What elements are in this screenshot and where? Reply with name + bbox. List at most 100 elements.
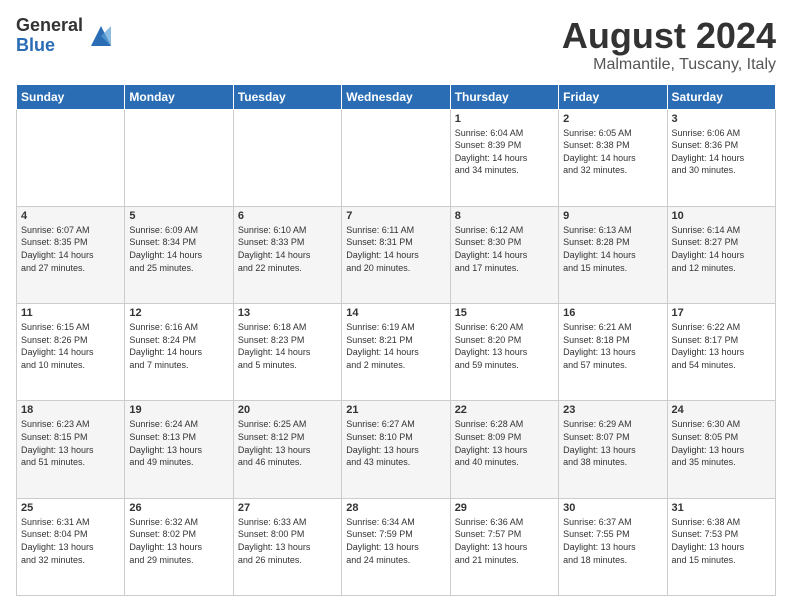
table-cell: 27 Sunrise: 6:33 AM Sunset: 8:00 PM Dayli… — [233, 498, 341, 595]
day-number: 4 — [21, 210, 120, 222]
table-cell: 10Sunrise: 6:14 AM Sunset: 8:27 PM Dayli… — [667, 206, 775, 303]
week-row-4: 25 Sunrise: 6:31 AM Sunset: 8:04 PM Dayli… — [17, 498, 776, 595]
table-cell: 31Sunrise: 6:38 AM Sunset: 7:53 PM Dayli… — [667, 498, 775, 595]
day-info: Sunrise: 6:33 AM Sunset: 8:00 PM Dayligh… — [238, 516, 337, 566]
day-info: Sunrise: 6:38 AM Sunset: 7:53 PM Dayligh… — [672, 516, 771, 566]
day-info: Sunrise: 6:09 AM Sunset: 8:34 PM Dayligh… — [129, 224, 228, 274]
day-info: Sunrise: 6:10 AM Sunset: 8:33 PM Dayligh… — [238, 224, 337, 274]
day-info: Sunrise: 6:06 AM Sunset: 8:36 PM Dayligh… — [672, 127, 771, 177]
day-info: Sunrise: 6:29 AM Sunset: 8:07 PM Dayligh… — [563, 418, 662, 468]
table-cell — [17, 109, 125, 206]
day-info: Sunrise: 6:13 AM Sunset: 8:28 PM Dayligh… — [563, 224, 662, 274]
day-number: 18 — [21, 404, 120, 416]
day-number: 8 — [455, 210, 554, 222]
week-row-2: 11 Sunrise: 6:15 AM Sunset: 8:26 PM Dayli… — [17, 304, 776, 401]
header-monday: Monday — [125, 84, 233, 109]
day-number: 14 — [346, 307, 445, 319]
table-cell: 26Sunrise: 6:32 AM Sunset: 8:02 PM Dayli… — [125, 498, 233, 595]
table-cell: 28 Sunrise: 6:34 AM Sunset: 7:59 PM Dayli… — [342, 498, 450, 595]
table-cell: 1 Sunrise: 6:04 AM Sunset: 8:39 PM Daylig… — [450, 109, 558, 206]
day-number: 2 — [563, 113, 662, 125]
table-cell: 23 Sunrise: 6:29 AM Sunset: 8:07 PM Dayli… — [559, 401, 667, 498]
header: General Blue August 2024 Malmantile, Tus… — [16, 16, 776, 74]
table-cell: 22Sunrise: 6:28 AM Sunset: 8:09 PM Dayli… — [450, 401, 558, 498]
day-number: 17 — [672, 307, 771, 319]
table-cell: 12Sunrise: 6:16 AM Sunset: 8:24 PM Dayli… — [125, 304, 233, 401]
calendar-header-row: Sunday Monday Tuesday Wednesday Thursday… — [17, 84, 776, 109]
day-info: Sunrise: 6:25 AM Sunset: 8:12 PM Dayligh… — [238, 418, 337, 468]
day-number: 20 — [238, 404, 337, 416]
logo-text: General Blue — [16, 16, 83, 56]
day-info: Sunrise: 6:19 AM Sunset: 8:21 PM Dayligh… — [346, 321, 445, 371]
day-info: Sunrise: 6:22 AM Sunset: 8:17 PM Dayligh… — [672, 321, 771, 371]
table-cell: 4 Sunrise: 6:07 AM Sunset: 8:35 PM Daylig… — [17, 206, 125, 303]
table-cell: 25 Sunrise: 6:31 AM Sunset: 8:04 PM Dayli… — [17, 498, 125, 595]
day-number: 10 — [672, 210, 771, 222]
day-number: 1 — [455, 113, 554, 125]
day-number: 9 — [563, 210, 662, 222]
day-info: Sunrise: 6:12 AM Sunset: 8:30 PM Dayligh… — [455, 224, 554, 274]
logo-icon — [87, 22, 115, 50]
day-number: 23 — [563, 404, 662, 416]
table-cell: 14 Sunrise: 6:19 AM Sunset: 8:21 PM Dayli… — [342, 304, 450, 401]
table-cell: 3Sunrise: 6:06 AM Sunset: 8:36 PM Daylig… — [667, 109, 775, 206]
day-number: 13 — [238, 307, 337, 319]
day-number: 24 — [672, 404, 771, 416]
table-cell: 13 Sunrise: 6:18 AM Sunset: 8:23 PM Dayli… — [233, 304, 341, 401]
day-number: 25 — [21, 502, 120, 514]
day-number: 19 — [129, 404, 228, 416]
day-info: Sunrise: 6:11 AM Sunset: 8:31 PM Dayligh… — [346, 224, 445, 274]
day-info: Sunrise: 6:05 AM Sunset: 8:38 PM Dayligh… — [563, 127, 662, 177]
subtitle: Malmantile, Tuscany, Italy — [562, 56, 776, 74]
table-cell: 19 Sunrise: 6:24 AM Sunset: 8:13 PM Dayli… — [125, 401, 233, 498]
main-title: August 2024 — [562, 16, 776, 56]
header-tuesday: Tuesday — [233, 84, 341, 109]
header-saturday: Saturday — [667, 84, 775, 109]
day-info: Sunrise: 6:07 AM Sunset: 8:35 PM Dayligh… — [21, 224, 120, 274]
table-cell: 11 Sunrise: 6:15 AM Sunset: 8:26 PM Dayli… — [17, 304, 125, 401]
table-cell: 17 Sunrise: 6:22 AM Sunset: 8:17 PM Dayli… — [667, 304, 775, 401]
table-cell: 24Sunrise: 6:30 AM Sunset: 8:05 PM Dayli… — [667, 401, 775, 498]
day-info: Sunrise: 6:04 AM Sunset: 8:39 PM Dayligh… — [455, 127, 554, 177]
day-info: Sunrise: 6:20 AM Sunset: 8:20 PM Dayligh… — [455, 321, 554, 371]
day-info: Sunrise: 6:15 AM Sunset: 8:26 PM Dayligh… — [21, 321, 120, 371]
header-wednesday: Wednesday — [342, 84, 450, 109]
title-block: August 2024 Malmantile, Tuscany, Italy — [562, 16, 776, 74]
day-number: 12 — [129, 307, 228, 319]
day-info: Sunrise: 6:23 AM Sunset: 8:15 PM Dayligh… — [21, 418, 120, 468]
day-info: Sunrise: 6:28 AM Sunset: 8:09 PM Dayligh… — [455, 418, 554, 468]
day-number: 26 — [129, 502, 228, 514]
day-info: Sunrise: 6:27 AM Sunset: 8:10 PM Dayligh… — [346, 418, 445, 468]
table-cell — [125, 109, 233, 206]
day-info: Sunrise: 6:31 AM Sunset: 8:04 PM Dayligh… — [21, 516, 120, 566]
table-cell: 6Sunrise: 6:10 AM Sunset: 8:33 PM Daylig… — [233, 206, 341, 303]
day-number: 7 — [346, 210, 445, 222]
day-info: Sunrise: 6:36 AM Sunset: 7:57 PM Dayligh… — [455, 516, 554, 566]
day-number: 28 — [346, 502, 445, 514]
day-number: 21 — [346, 404, 445, 416]
table-cell: 21 Sunrise: 6:27 AM Sunset: 8:10 PM Dayli… — [342, 401, 450, 498]
logo-blue: Blue — [16, 36, 83, 56]
day-number: 30 — [563, 502, 662, 514]
table-cell: 29 Sunrise: 6:36 AM Sunset: 7:57 PM Dayli… — [450, 498, 558, 595]
day-number: 11 — [21, 307, 120, 319]
day-info: Sunrise: 6:18 AM Sunset: 8:23 PM Dayligh… — [238, 321, 337, 371]
table-cell: 5Sunrise: 6:09 AM Sunset: 8:34 PM Daylig… — [125, 206, 233, 303]
page: General Blue August 2024 Malmantile, Tus… — [0, 0, 792, 612]
day-info: Sunrise: 6:24 AM Sunset: 8:13 PM Dayligh… — [129, 418, 228, 468]
calendar: Sunday Monday Tuesday Wednesday Thursday… — [16, 84, 776, 596]
table-cell: 20 Sunrise: 6:25 AM Sunset: 8:12 PM Dayli… — [233, 401, 341, 498]
week-row-3: 18 Sunrise: 6:23 AM Sunset: 8:15 PM Dayli… — [17, 401, 776, 498]
table-cell: 16 Sunrise: 6:21 AM Sunset: 8:18 PM Dayli… — [559, 304, 667, 401]
header-friday: Friday — [559, 84, 667, 109]
table-cell: 15Sunrise: 6:20 AM Sunset: 8:20 PM Dayli… — [450, 304, 558, 401]
table-cell: 18 Sunrise: 6:23 AM Sunset: 8:15 PM Dayli… — [17, 401, 125, 498]
day-number: 16 — [563, 307, 662, 319]
day-info: Sunrise: 6:21 AM Sunset: 8:18 PM Dayligh… — [563, 321, 662, 371]
day-number: 29 — [455, 502, 554, 514]
logo-general: General — [16, 16, 83, 36]
table-cell: 9 Sunrise: 6:13 AM Sunset: 8:28 PM Daylig… — [559, 206, 667, 303]
day-info: Sunrise: 6:34 AM Sunset: 7:59 PM Dayligh… — [346, 516, 445, 566]
day-number: 27 — [238, 502, 337, 514]
table-cell: 2 Sunrise: 6:05 AM Sunset: 8:38 PM Daylig… — [559, 109, 667, 206]
